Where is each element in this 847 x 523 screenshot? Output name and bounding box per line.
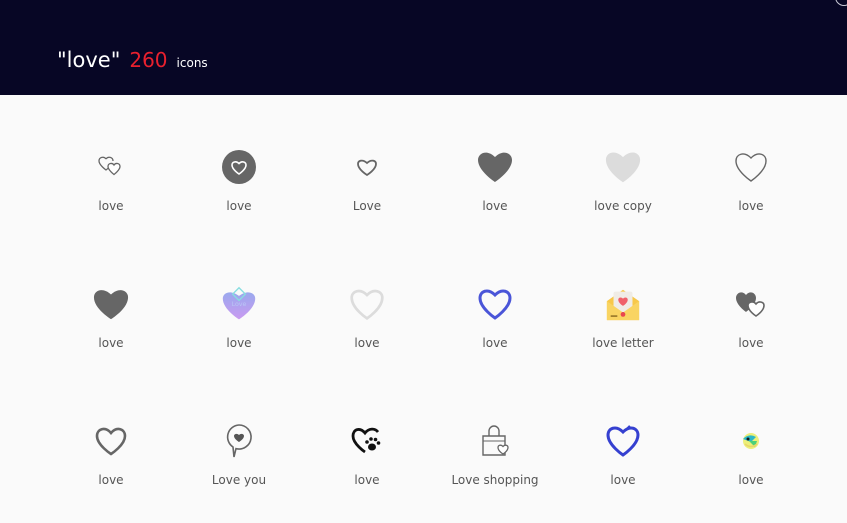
- icon-card[interactable]: love: [47, 423, 175, 523]
- icon-label: love copy: [594, 199, 652, 213]
- icon-card[interactable]: Love: [303, 149, 431, 249]
- icon-label: love: [482, 199, 508, 213]
- icon-label: love: [738, 473, 764, 487]
- header-bar: "love" 260 icons: [0, 0, 847, 95]
- icon-card[interactable]: Love you: [175, 423, 303, 523]
- icon-card[interactable]: love: [687, 423, 815, 523]
- corner-button[interactable]: [835, 0, 847, 6]
- icon-card[interactable]: love: [47, 149, 175, 249]
- heart-filled-light-icon: [605, 149, 641, 185]
- svg-text:Love: Love: [232, 301, 247, 308]
- icon-label: love: [226, 199, 252, 213]
- icon-grid: love love Love love love copy love love …: [0, 95, 847, 518]
- heart-purple-gradient-icon: Love: [221, 286, 257, 322]
- double-heart-filled-icon: [733, 286, 769, 322]
- icon-label: love: [610, 473, 636, 487]
- icon-card[interactable]: Love love: [175, 286, 303, 386]
- colorful-sticker-icon: [733, 423, 769, 459]
- icon-card[interactable]: Love shopping: [431, 423, 559, 523]
- heart-outline-small-icon: [349, 149, 385, 185]
- result-count: 260: [129, 48, 168, 72]
- heart-filled-icon: [93, 286, 129, 322]
- icon-card[interactable]: love: [431, 286, 559, 386]
- icon-card[interactable]: love: [175, 149, 303, 249]
- double-heart-outline-icon: [93, 149, 129, 185]
- icon-card[interactable]: love: [431, 149, 559, 249]
- search-result-title: "love" 260 icons: [57, 48, 208, 72]
- icon-card[interactable]: love: [687, 286, 815, 386]
- heart-in-circle-icon: [221, 149, 257, 185]
- icon-label: love: [98, 473, 124, 487]
- icon-card[interactable]: love copy: [559, 149, 687, 249]
- icon-label: love letter: [592, 336, 654, 350]
- icon-card[interactable]: love: [303, 286, 431, 386]
- icon-label: love: [354, 473, 380, 487]
- icon-card[interactable]: love: [47, 286, 175, 386]
- icon-label: love: [738, 336, 764, 350]
- icon-label: Love you: [211, 473, 267, 487]
- heart-outline-thin-icon: [733, 149, 769, 185]
- result-suffix: icons: [176, 56, 208, 70]
- love-letter-envelope-icon: [605, 286, 641, 322]
- heart-outline-blue-icon: [477, 286, 513, 322]
- heart-speech-bubble-icon: [221, 423, 257, 459]
- heart-outline-light-icon: [349, 286, 385, 322]
- icon-card[interactable]: love: [687, 149, 815, 249]
- icon-card[interactable]: love letter: [559, 286, 687, 386]
- icon-label: love: [98, 336, 124, 350]
- icon-label: love: [98, 199, 124, 213]
- heart-paw-icon: [349, 423, 385, 459]
- icon-label: Love shopping: [451, 473, 539, 487]
- heart-outline-bold-icon: [93, 423, 129, 459]
- icon-card[interactable]: love: [559, 423, 687, 523]
- icon-label: Love: [352, 199, 382, 213]
- search-query: "love": [57, 48, 121, 72]
- icon-label: love: [738, 199, 764, 213]
- icon-card[interactable]: love: [303, 423, 431, 523]
- heart-outline-blue-brush-icon: [605, 423, 641, 459]
- shopping-bag-heart-icon: [477, 423, 513, 459]
- icon-label: love: [226, 336, 252, 350]
- heart-filled-icon: [477, 149, 513, 185]
- icon-label: love: [482, 336, 508, 350]
- icon-label: love: [354, 336, 380, 350]
